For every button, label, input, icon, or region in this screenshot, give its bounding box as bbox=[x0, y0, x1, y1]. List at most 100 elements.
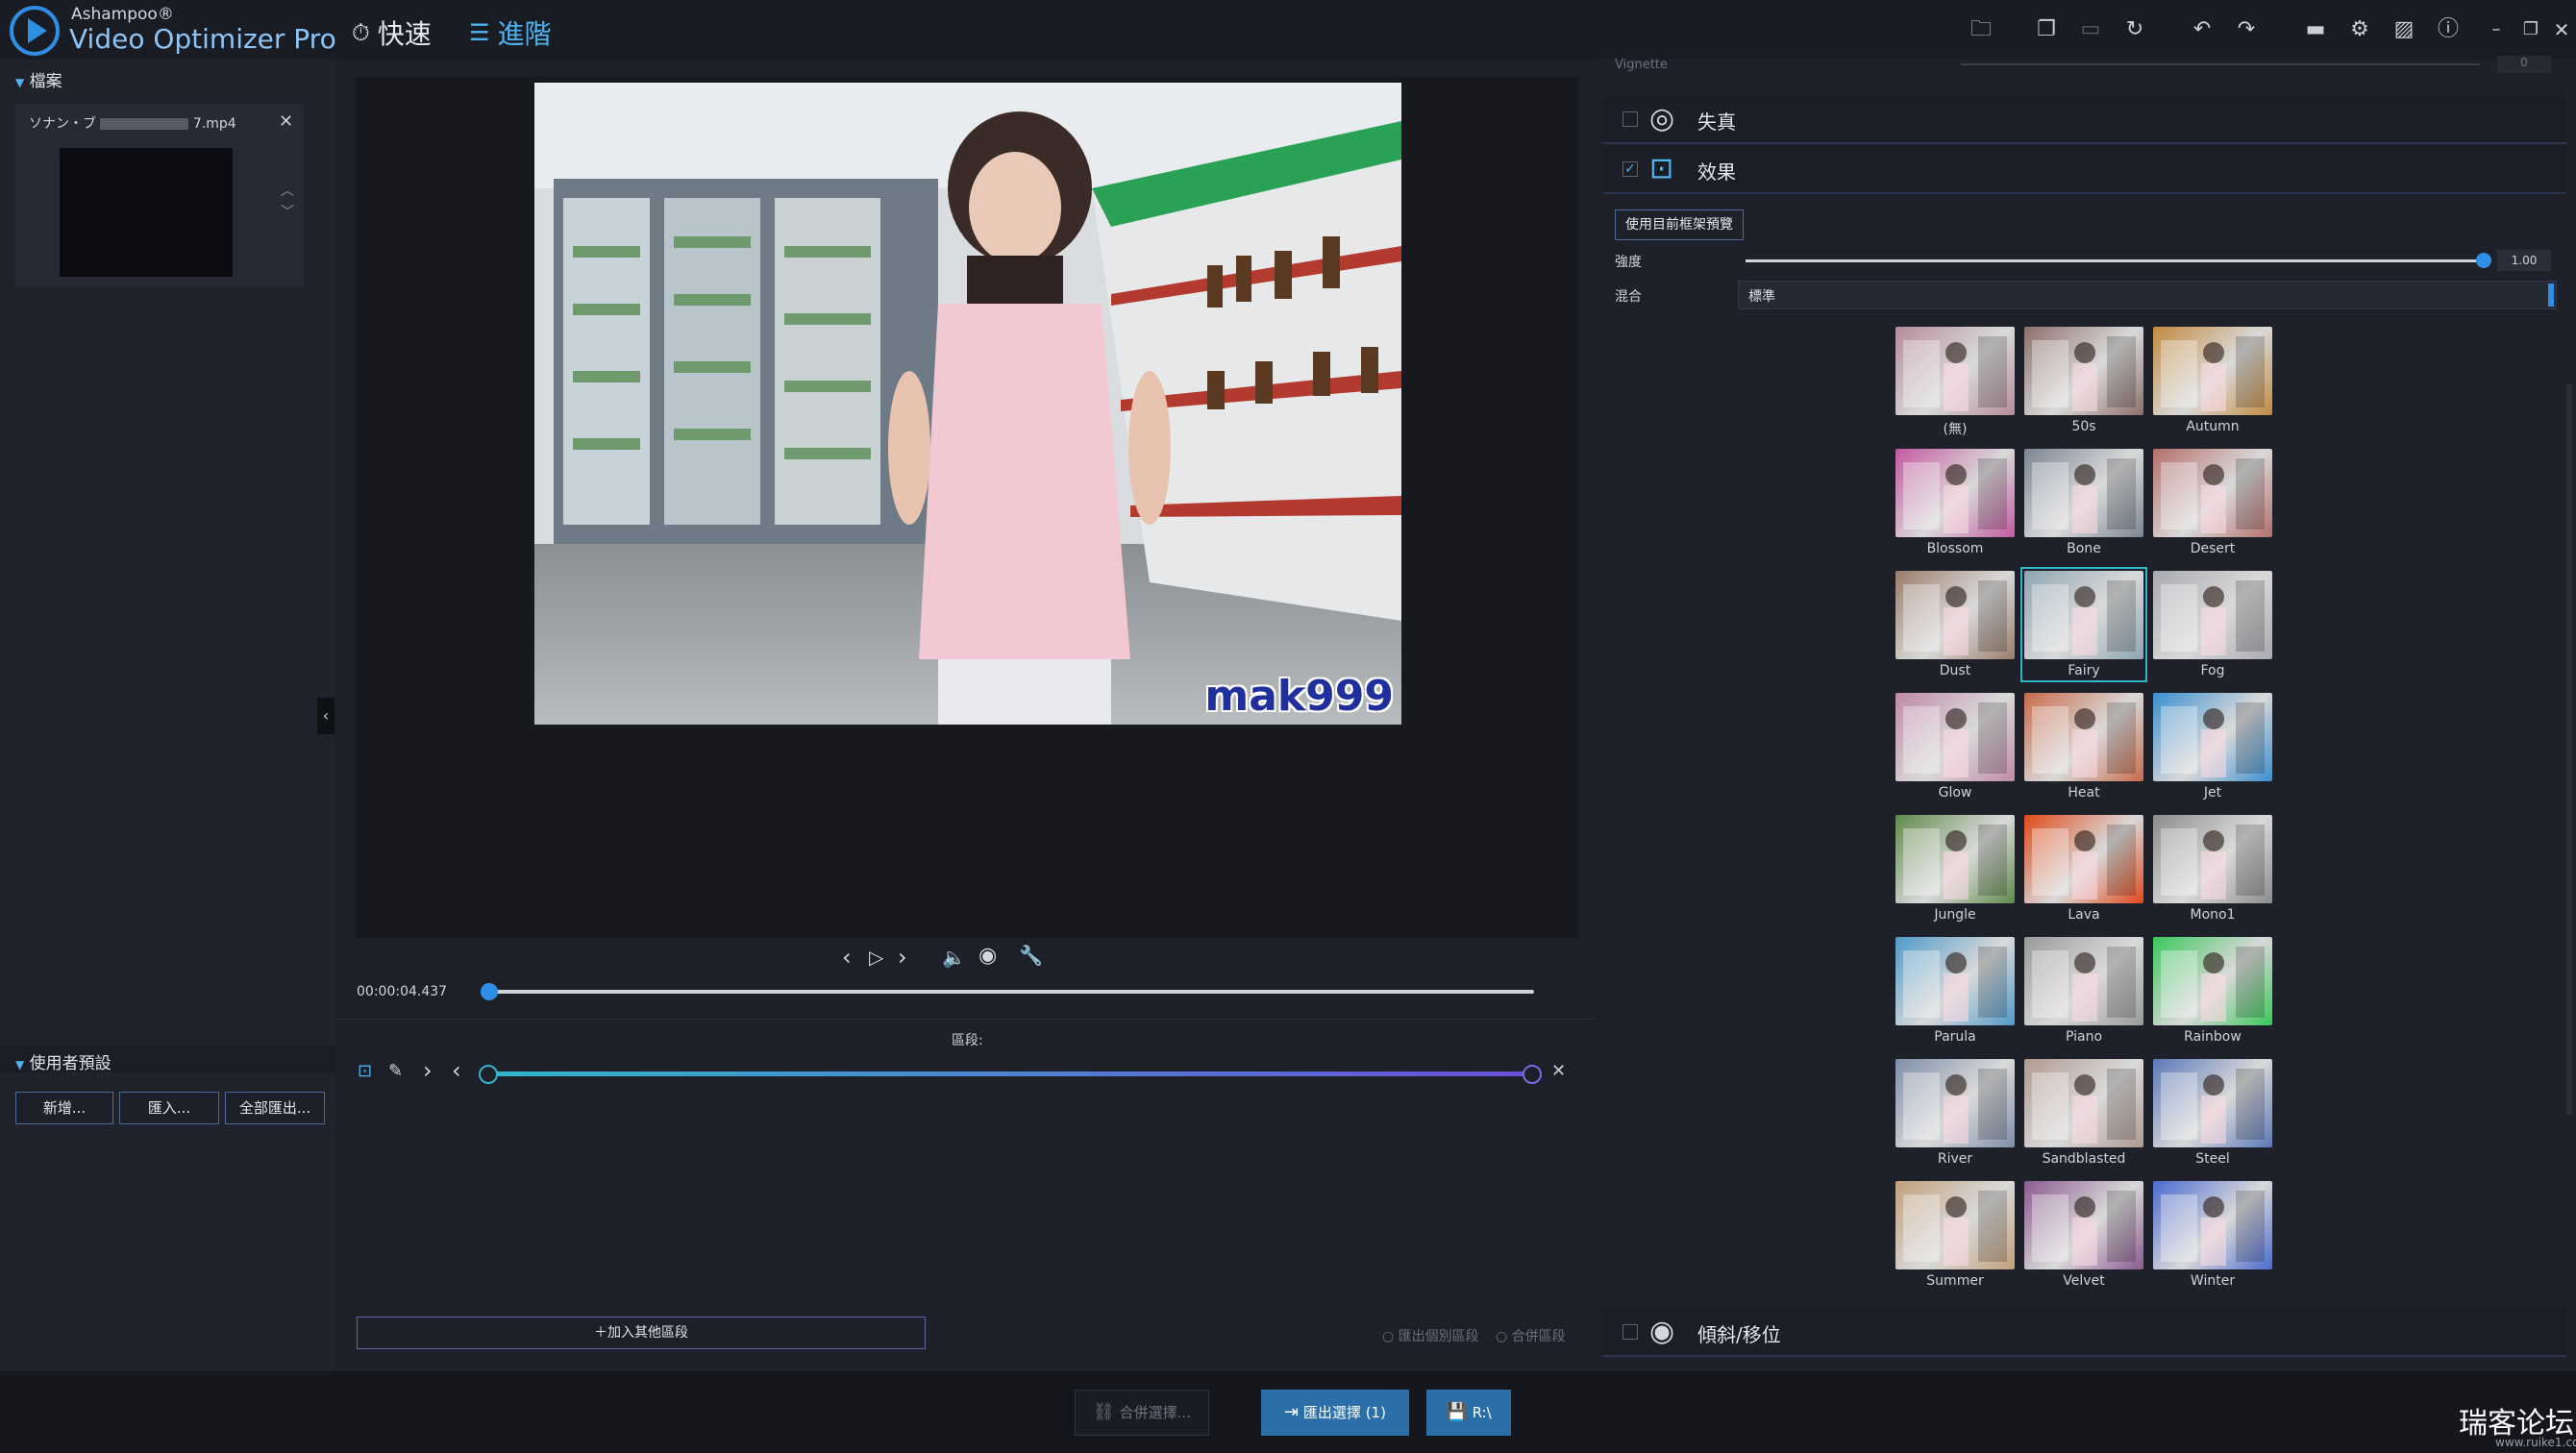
effect-heat[interactable]: Heat bbox=[2024, 693, 2143, 800]
distortion-checkbox[interactable] bbox=[1622, 111, 1638, 127]
effects-checkbox[interactable]: ✓ bbox=[1622, 161, 1638, 177]
playback-track[interactable] bbox=[488, 990, 1534, 994]
mode-quick-tab[interactable]: ⏱ 快速 bbox=[352, 13, 432, 52]
export-individual-option[interactable]: ○ 匯出個別區段 bbox=[1382, 1326, 1479, 1345]
vignette-slider[interactable] bbox=[1961, 63, 2480, 65]
effect-glow[interactable]: Glow bbox=[1895, 693, 2015, 800]
effects-row[interactable] bbox=[1603, 144, 2566, 194]
video-frame[interactable]: mak999 bbox=[534, 83, 1401, 725]
collapse-panel-icon[interactable]: ‹ bbox=[317, 698, 334, 734]
presets-section-header[interactable]: ▼ 使用者預設 bbox=[15, 1049, 111, 1073]
play-logo-icon bbox=[28, 18, 47, 43]
strength-slider[interactable] bbox=[1746, 259, 2484, 262]
effect-rainbow[interactable]: Rainbow bbox=[2153, 937, 2272, 1045]
effect-mono1[interactable]: Mono1 bbox=[2153, 815, 2272, 923]
effect-dust[interactable]: Dust bbox=[1895, 571, 2015, 678]
redo-icon[interactable]: ↷ bbox=[2232, 15, 2261, 44]
image-icon[interactable]: ▨ bbox=[2390, 15, 2418, 44]
effect-label: Parula bbox=[1934, 1029, 1976, 1045]
effect-label: Heat bbox=[2068, 785, 2100, 800]
effect-summer[interactable]: Summer bbox=[1895, 1181, 2015, 1289]
effect-lava[interactable]: Lava bbox=[2024, 815, 2143, 923]
effect-bone[interactable]: Bone bbox=[2024, 449, 2143, 556]
effect-jet[interactable]: Jet bbox=[2153, 693, 2272, 800]
restore-icon[interactable]: ❐ bbox=[2516, 15, 2545, 44]
effect-thumbnail bbox=[2153, 937, 2272, 1025]
radio-icon: ○ bbox=[1382, 1329, 1395, 1344]
effect-none[interactable]: (無) bbox=[1895, 327, 2015, 438]
folder-icon[interactable]: 🗀 bbox=[1967, 15, 1995, 44]
strength-handle[interactable] bbox=[2476, 253, 2491, 268]
blend-select[interactable]: 標準 bbox=[1738, 281, 2557, 309]
save-location-button[interactable]: 💾 R:\ bbox=[1426, 1390, 1511, 1436]
undo-icon[interactable]: ↶ bbox=[2188, 15, 2217, 44]
effect-steel[interactable]: Steel bbox=[2153, 1059, 2272, 1167]
mode-advanced-label: 進階 bbox=[497, 18, 552, 50]
volume-icon[interactable]: 🔈 bbox=[942, 946, 966, 969]
effect-desert[interactable]: Desert bbox=[2153, 449, 2272, 556]
remove-file-icon[interactable]: ✕ bbox=[279, 111, 293, 132]
gear-icon[interactable]: ⚙ bbox=[2345, 15, 2374, 44]
effect-winter[interactable]: Winter bbox=[2153, 1181, 2272, 1289]
prev-frame-icon[interactable]: ‹ bbox=[842, 944, 852, 971]
effect-50s[interactable]: 50s bbox=[2024, 327, 2143, 434]
segment-range-bar[interactable] bbox=[488, 1071, 1530, 1076]
effect-fairy[interactable]: Fairy bbox=[2020, 567, 2147, 682]
effect-river[interactable]: River bbox=[1895, 1059, 2015, 1167]
info-icon[interactable]: ⓘ bbox=[2434, 15, 2463, 44]
effect-thumbnail bbox=[2024, 693, 2143, 781]
export-selected-button[interactable]: ⇥ 匯出選擇 (1) bbox=[1261, 1390, 1409, 1436]
pencil-icon[interactable]: ✎ bbox=[388, 1061, 403, 1081]
settings-scrollbar[interactable] bbox=[2566, 384, 2572, 1115]
segment-prev-icon[interactable]: ‹ bbox=[452, 1057, 461, 1084]
import-preset-button[interactable]: 匯入... bbox=[119, 1092, 219, 1124]
chat-icon[interactable]: ▬ bbox=[2301, 15, 2330, 44]
move-up-icon[interactable]: ︿ bbox=[281, 181, 294, 200]
playback-handle[interactable] bbox=[481, 983, 498, 1000]
add-segment-button[interactable]: ＋加入其他區段 bbox=[357, 1317, 926, 1349]
brand-small-text: Ashampoo® bbox=[71, 5, 174, 24]
tilt-shift-checkbox[interactable] bbox=[1622, 1324, 1638, 1340]
effect-sandblasted[interactable]: Sandblasted bbox=[2024, 1059, 2143, 1167]
segment-start-handle[interactable] bbox=[479, 1065, 498, 1084]
merge-selected-button[interactable]: ⛓ 合併選擇... bbox=[1075, 1390, 1209, 1436]
play-icon[interactable]: ▷ bbox=[869, 946, 883, 969]
export-icon: ⇥ bbox=[1284, 1402, 1300, 1422]
distortion-row[interactable] bbox=[1603, 94, 2566, 144]
next-frame-icon[interactable]: › bbox=[898, 944, 907, 971]
remove-segment-icon[interactable]: ✕ bbox=[1551, 1061, 1566, 1081]
effect-autumn[interactable]: Autumn bbox=[2153, 327, 2272, 434]
segment-end-handle[interactable] bbox=[1523, 1065, 1542, 1084]
distortion-icon: ◎ bbox=[1649, 102, 1675, 135]
export-all-presets-button[interactable]: 全部匯出... bbox=[225, 1092, 325, 1124]
segment-select-icon[interactable]: ⊡ bbox=[358, 1061, 372, 1081]
files-section-header[interactable]: ▼ 檔案 bbox=[15, 67, 62, 91]
paste-icon[interactable]: ▭ bbox=[2076, 15, 2105, 44]
effect-jungle[interactable]: Jungle bbox=[1895, 815, 2015, 923]
merge-segments-option[interactable]: ○ 合併區段 bbox=[1496, 1326, 1566, 1345]
effect-fog[interactable]: Fog bbox=[2153, 571, 2272, 678]
effect-thumbnail bbox=[2024, 571, 2143, 659]
mode-advanced-tab[interactable]: ☰ 進階 bbox=[469, 13, 552, 52]
effect-label: Sandblasted bbox=[2042, 1151, 2126, 1167]
segment-next-icon[interactable]: › bbox=[423, 1057, 433, 1084]
effect-thumbnail bbox=[1895, 693, 2015, 781]
use-frame-preview-button[interactable]: 使用目前框架預覽 bbox=[1615, 209, 1744, 240]
close-window-icon[interactable]: ✕ bbox=[2547, 15, 2576, 44]
effects-title: 效果 bbox=[1697, 160, 1736, 184]
new-preset-button[interactable]: 新增... bbox=[15, 1092, 113, 1124]
effect-piano[interactable]: Piano bbox=[2024, 937, 2143, 1045]
effect-parula[interactable]: Parula bbox=[1895, 937, 2015, 1045]
effect-label: Fairy bbox=[2068, 663, 2100, 678]
effect-velvet[interactable]: Velvet bbox=[2024, 1181, 2143, 1289]
minimize-icon[interactable]: – bbox=[2482, 15, 2511, 44]
file-name-start: ソナン・ブ bbox=[29, 116, 96, 132]
wrench-icon[interactable]: 🔧 bbox=[1019, 944, 1043, 967]
reset-icon[interactable]: ↻ bbox=[2120, 15, 2149, 44]
move-down-icon[interactable]: ﹀ bbox=[281, 202, 294, 221]
copy-icon[interactable]: ❐ bbox=[2032, 15, 2061, 44]
file-card[interactable]: ソナン・ブ 7.mp4 ✕ ︿ ﹀ bbox=[15, 104, 304, 286]
effect-thumbnail bbox=[2153, 1059, 2272, 1147]
effect-blossom[interactable]: Blossom bbox=[1895, 449, 2015, 556]
eye-icon[interactable]: ◉ bbox=[978, 944, 997, 968]
